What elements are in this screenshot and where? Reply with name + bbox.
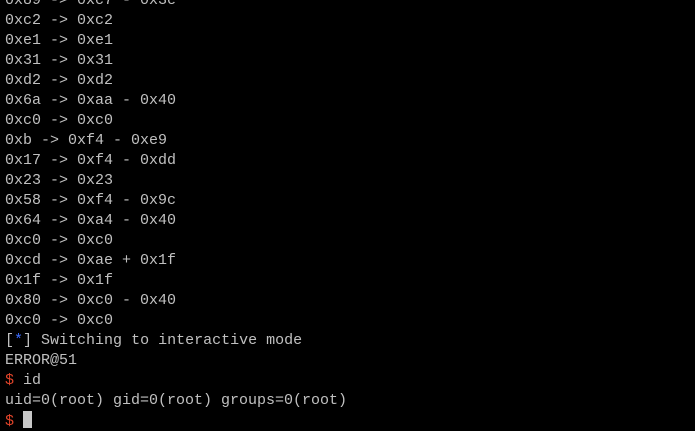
output-line: 0xd2 -> 0xd2 [5, 72, 114, 89]
output-line: 0x31 -> 0x31 [5, 52, 114, 69]
output-line: 0xc0 -> 0xc0 [5, 312, 114, 329]
output-line: 0x58 -> 0xf4 - 0x9c [5, 192, 177, 209]
output-line: 0xe1 -> 0xe1 [5, 32, 114, 49]
output-line: 0x80 -> 0xc0 - 0x40 [5, 292, 177, 309]
output-line: 0xc0 -> 0xc0 [5, 232, 114, 249]
output-line: 0x64 -> 0xa4 - 0x40 [5, 212, 177, 229]
info-message: Switching to interactive mode [32, 332, 303, 349]
shell-prompt-active: $ [5, 413, 15, 430]
output-line: 0x17 -> 0xf4 - 0xdd [5, 152, 177, 169]
output-line: 0x23 -> 0x23 [5, 172, 114, 189]
output-line: 0xc0 -> 0xc0 [5, 112, 114, 129]
output-line: 0xb -> 0xf4 - 0xe9 [5, 132, 168, 149]
output-line: 0x6a -> 0xaa - 0x40 [5, 92, 177, 109]
command-line: $ id [5, 371, 347, 391]
terminal-window[interactable]: 0x89 -> 0xc7 - 0x3e 0xc2 -> 0xc2 0xe1 ->… [0, 0, 695, 431]
error-line: ERROR@51 [5, 352, 78, 369]
info-line: [*] Switching to interactive mode [5, 331, 347, 351]
shell-prompt: $ [5, 372, 15, 389]
output-line: 0xc2 -> 0xc2 [5, 12, 114, 29]
text-cursor [23, 411, 33, 428]
info-close-bracket: ] [23, 332, 33, 349]
info-open-bracket: [ [5, 332, 15, 349]
terminal-output: 0x89 -> 0xc7 - 0x3e 0xc2 -> 0xc2 0xe1 ->… [5, 0, 347, 431]
active-input-line[interactable]: $ [5, 411, 347, 431]
output-line: 0x89 -> 0xc7 - 0x3e [5, 0, 177, 9]
output-line: 0x1f -> 0x1f [5, 272, 114, 289]
input-text[interactable] [14, 413, 23, 430]
output-line: 0xcd -> 0xae + 0x1f [5, 252, 177, 269]
id-output-line: uid=0(root) gid=0(root) groups=0(root) [5, 392, 348, 409]
info-star: * [14, 332, 24, 349]
command-text: id [14, 372, 42, 389]
